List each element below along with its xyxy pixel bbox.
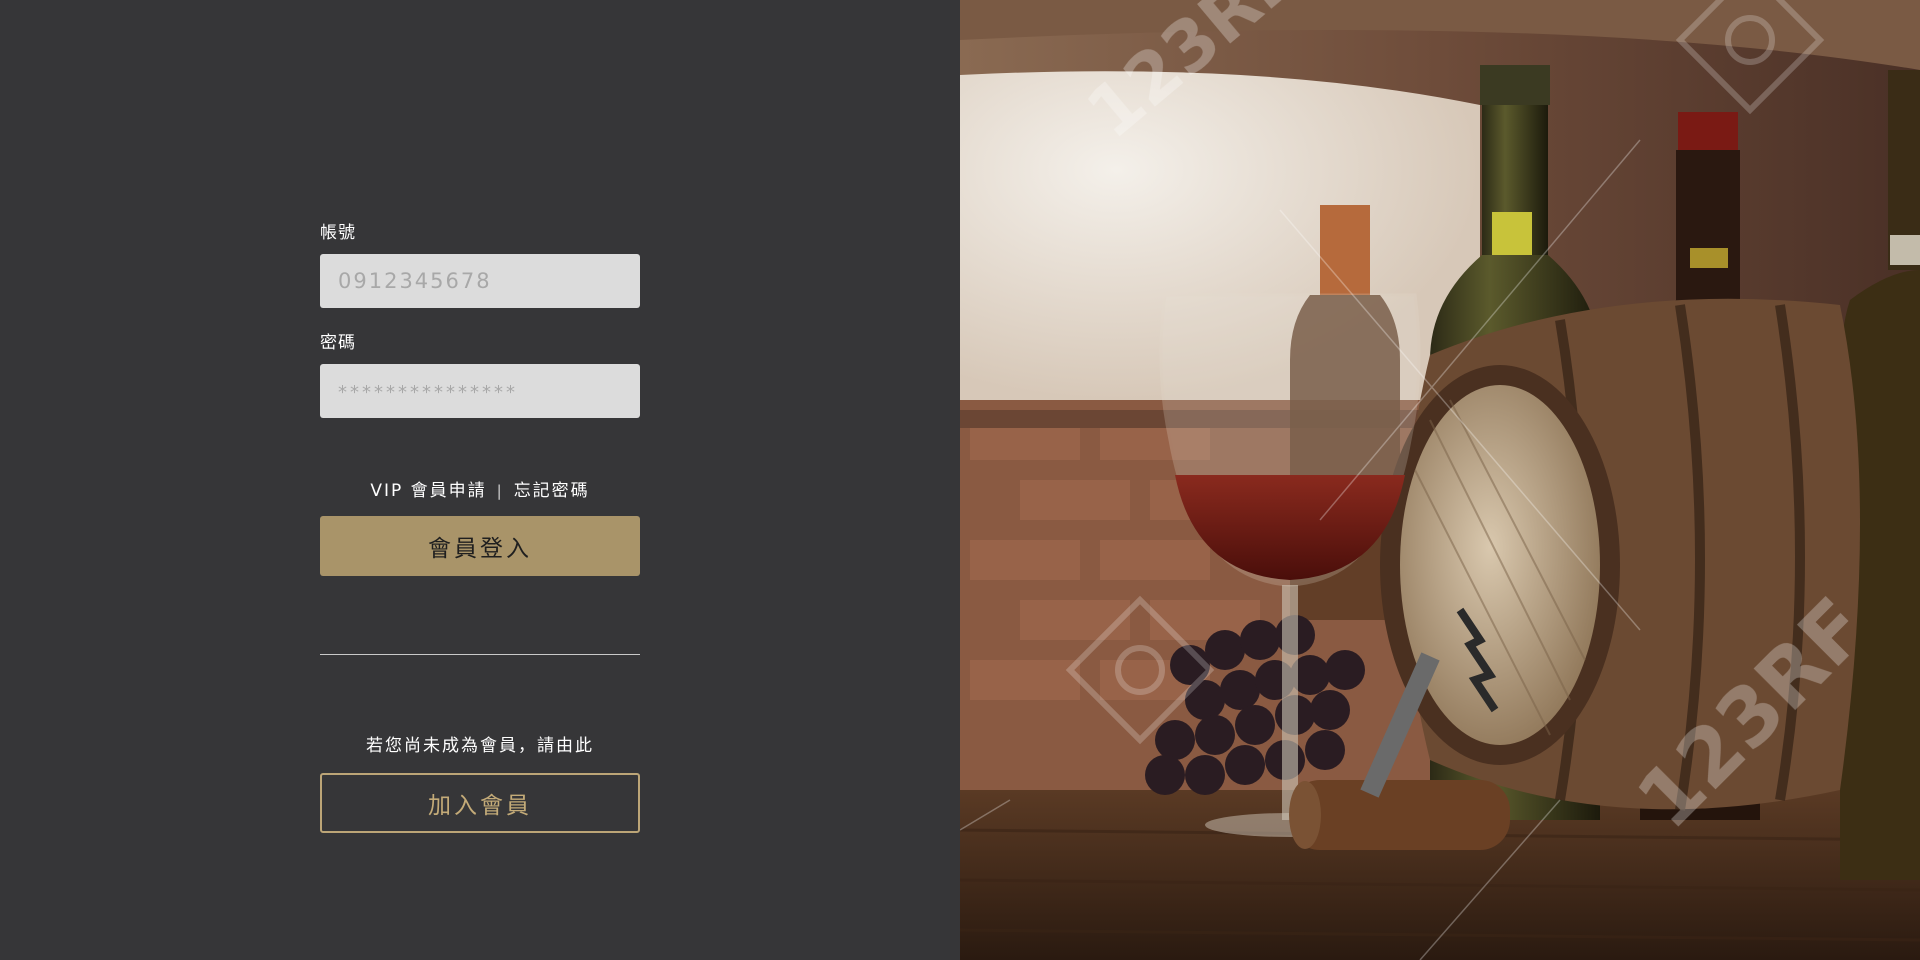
- password-label: 密碼: [320, 333, 356, 353]
- barrel-head: [1400, 385, 1600, 745]
- password-input[interactable]: [320, 364, 640, 418]
- join-prompt: 若您尚未成為會員，請由此: [366, 736, 594, 756]
- join-button[interactable]: 加入會員: [320, 773, 640, 833]
- login-form: 帳號 密碼 VIP 會員申請 | 忘記密碼 會員登入 若您尚未成為會員，請由此 加入…: [320, 220, 640, 833]
- account-input[interactable]: [320, 254, 640, 308]
- auxiliary-links: VIP 會員申請 | 忘記密碼: [320, 478, 640, 504]
- hero-image: 123RF 123RF: [960, 0, 1920, 960]
- vip-apply-link[interactable]: VIP 會員申請: [370, 481, 486, 501]
- wine-cellar-photo: 123RF 123RF: [960, 0, 1920, 960]
- login-button[interactable]: 會員登入: [320, 516, 640, 576]
- forgot-password-link[interactable]: 忘記密碼: [514, 481, 590, 501]
- divider: [320, 654, 640, 655]
- login-panel: 帳號 密碼 VIP 會員申請 | 忘記密碼 會員登入 若您尚未成為會員，請由此 加入…: [0, 0, 960, 960]
- link-separator: |: [496, 482, 504, 500]
- login-page: 帳號 密碼 VIP 會員申請 | 忘記密碼 會員登入 若您尚未成為會員，請由此 加入…: [0, 0, 1920, 960]
- cork: [1289, 780, 1510, 850]
- account-label: 帳號: [320, 223, 356, 243]
